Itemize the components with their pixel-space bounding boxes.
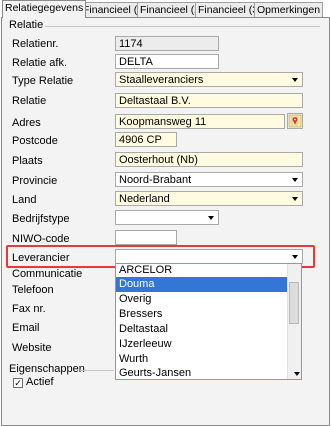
- chevron-down-icon[interactable]: [288, 73, 302, 86]
- chevron-down-icon[interactable]: [288, 173, 302, 186]
- dropdown-option[interactable]: IJzerleeuw: [116, 337, 288, 352]
- label-relatie-afk: Relatie afk.: [12, 57, 68, 69]
- land-select[interactable]: Nederland: [115, 191, 303, 206]
- postcode-field[interactable]: 4906 CP: [115, 132, 177, 147]
- group-divider: [80, 370, 114, 371]
- label-email: Email: [12, 322, 40, 334]
- label-fax: Fax nr.: [12, 303, 46, 315]
- land-value: Nederland: [119, 193, 170, 205]
- leverancier-select[interactable]: [115, 249, 303, 264]
- type-relatie-select[interactable]: Staalleveranciers: [115, 72, 303, 87]
- label-provincie: Provincie: [12, 175, 58, 187]
- label-relatie: Relatie: [12, 95, 47, 107]
- label-plaats: Plaats: [12, 155, 43, 167]
- bedrijfstype-select[interactable]: [115, 210, 219, 225]
- label-communicatie: Communicatie: [12, 268, 83, 280]
- label-relatienr: Relatienr.: [12, 38, 59, 50]
- chevron-down-icon[interactable]: [204, 211, 218, 224]
- chevron-down-icon[interactable]: [288, 250, 302, 263]
- leverancier-dropdown-list[interactable]: ARCELOR Douma Overig Bressers Deltastaal…: [115, 263, 302, 380]
- dropdown-option[interactable]: Geurts-Jansen: [116, 366, 288, 379]
- dropdown-option[interactable]: Bressers: [116, 307, 288, 322]
- dropdown-option[interactable]: Wurth: [116, 352, 288, 367]
- dropdown-option[interactable]: Overig: [116, 292, 288, 307]
- type-relatie-value: Staalleveranciers: [119, 74, 204, 86]
- label-adres: Adres: [12, 117, 41, 129]
- actief-label: Actief: [26, 376, 54, 388]
- group-divider: [45, 26, 320, 27]
- dropdown-option-selected[interactable]: Douma: [116, 277, 288, 292]
- provincie-select[interactable]: Noord-Brabant: [115, 172, 303, 187]
- tab-strip: Relatiegegevens Financieel (1) Financiee…: [0, 0, 331, 18]
- label-postcode: Postcode: [12, 135, 58, 147]
- plaats-field[interactable]: Oosterhout (Nb): [115, 152, 303, 167]
- niwo-code-field[interactable]: [115, 230, 177, 245]
- group-title-eigenschappen: Eigenschappen: [9, 363, 85, 375]
- label-niwo-code: NIWO-code: [12, 233, 70, 245]
- chevron-down-icon[interactable]: [288, 192, 302, 205]
- adres-field[interactable]: Koopmansweg 11: [115, 114, 285, 129]
- label-bedrijfstype: Bedrijfstype: [12, 213, 70, 225]
- map-pin-icon: [288, 114, 302, 128]
- tab-relatiegegevens[interactable]: Relatiegegevens: [2, 0, 87, 18]
- label-type-relatie: Type Relatie: [12, 75, 74, 87]
- actief-checkbox[interactable]: ✓: [13, 378, 23, 388]
- relatie-field[interactable]: Deltastaal B.V.: [115, 93, 303, 108]
- scrollbar-thumb[interactable]: [289, 282, 299, 324]
- dropdown-option[interactable]: Deltastaal: [116, 322, 288, 337]
- group-title-relatie: Relatie: [9, 19, 44, 31]
- tab-opmerkingen[interactable]: Opmerkingen: [254, 2, 324, 17]
- dropdown-scrollbar[interactable]: [287, 264, 301, 379]
- dropdown-option[interactable]: ARCELOR: [116, 264, 288, 277]
- chevron-down-icon[interactable]: [291, 370, 302, 378]
- label-website: Website: [12, 342, 52, 354]
- relatienr-field: 1174: [115, 36, 219, 51]
- relatie-afk-field[interactable]: DELTA: [115, 54, 219, 69]
- label-telefoon: Telefoon: [12, 284, 54, 296]
- map-button[interactable]: [287, 113, 303, 129]
- provincie-value: Noord-Brabant: [119, 174, 192, 186]
- label-land: Land: [12, 194, 37, 206]
